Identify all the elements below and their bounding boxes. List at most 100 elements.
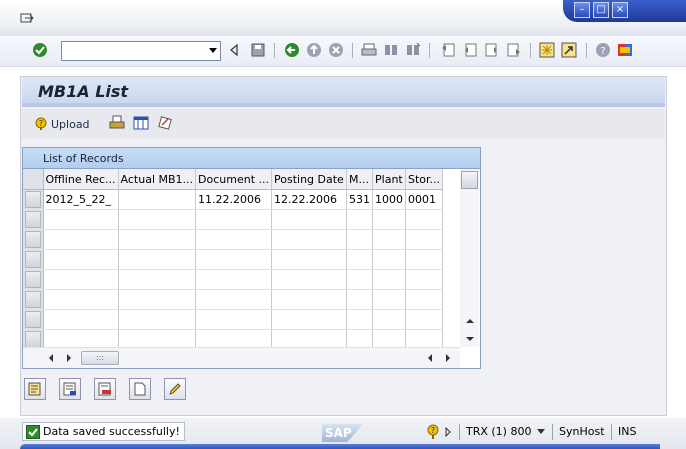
row-selector[interactable] (23, 289, 44, 310)
table-cell[interactable] (271, 289, 348, 310)
table-cell[interactable] (43, 269, 119, 290)
back-triangle-icon[interactable] (226, 42, 242, 58)
table-cell[interactable] (372, 229, 407, 250)
shortcut-icon[interactable] (561, 42, 577, 58)
command-input[interactable] (62, 42, 208, 58)
customize-layout-icon[interactable] (617, 42, 633, 58)
table-cell[interactable]: 11.22.2006 (195, 189, 273, 210)
system-info-icon[interactable]: ? (427, 424, 439, 440)
table-cell[interactable] (195, 269, 273, 290)
table-cell[interactable] (405, 249, 444, 270)
row-selector-button[interactable] (24, 271, 41, 288)
next-page-icon[interactable] (484, 42, 500, 58)
table-cell[interactable] (43, 209, 119, 230)
table-cell[interactable] (43, 309, 119, 330)
table-cell[interactable] (118, 249, 197, 270)
table-cell[interactable] (118, 209, 197, 230)
vertical-scrollbar[interactable] (460, 169, 479, 347)
row-selector-button[interactable] (24, 211, 41, 228)
find-next-icon[interactable] (405, 42, 421, 58)
row-selector-button[interactable] (24, 191, 41, 208)
table-cell[interactable] (372, 289, 407, 310)
scroll-down-icon[interactable] (465, 335, 475, 343)
table-cell[interactable] (271, 269, 348, 290)
insert-row-button[interactable] (59, 378, 81, 400)
table-row[interactable] (23, 249, 444, 270)
column-header-actual-mb1[interactable]: Actual MB1... (118, 169, 197, 190)
table-cell[interactable]: 1000 (372, 189, 407, 210)
table-cell[interactable] (271, 309, 348, 330)
row-selector[interactable] (23, 229, 44, 250)
table-row[interactable] (23, 229, 444, 250)
table-cell[interactable] (271, 229, 348, 250)
row-selector[interactable] (23, 209, 44, 230)
scroll-left-icon[interactable] (47, 353, 55, 363)
table-cell[interactable] (372, 269, 407, 290)
table-cell[interactable] (43, 229, 119, 250)
details-button[interactable] (24, 378, 46, 400)
table-cell[interactable]: 0001 (405, 189, 444, 210)
expand-status-icon[interactable] (444, 427, 452, 437)
row-selector-button[interactable] (24, 231, 41, 248)
table-cell[interactable] (118, 289, 197, 310)
table-cell[interactable] (405, 269, 444, 290)
select-all-cell[interactable] (23, 169, 44, 190)
table-cell[interactable] (195, 229, 273, 250)
table-cell[interactable] (271, 249, 348, 270)
table-cell[interactable] (405, 209, 444, 230)
table-cell[interactable] (346, 289, 374, 310)
column-header-offline-record[interactable]: Offline Rec... (43, 169, 119, 190)
table-cell[interactable] (271, 209, 348, 230)
system-menu-icon[interactable] (20, 12, 34, 24)
status-message[interactable]: Data saved successfully! (22, 422, 185, 441)
table-row[interactable] (23, 209, 444, 230)
save-icon[interactable] (250, 42, 266, 58)
layout-icon[interactable] (133, 115, 149, 131)
find-icon[interactable] (383, 42, 399, 58)
table-cell[interactable] (195, 249, 273, 270)
cancel-icon[interactable] (328, 42, 344, 58)
row-selector[interactable] (23, 309, 44, 330)
new-document-button[interactable] (129, 378, 151, 400)
print-icon[interactable] (109, 115, 125, 131)
column-header-storage[interactable]: Stor... (405, 169, 444, 190)
table-cell[interactable]: 2012_5_22_ (43, 189, 119, 210)
previous-page-icon[interactable] (462, 42, 478, 58)
table-cell[interactable]: 531 (346, 189, 374, 210)
last-page-icon[interactable] (506, 42, 522, 58)
table-cell[interactable] (346, 269, 374, 290)
table-row[interactable] (23, 269, 444, 290)
column-header-movement[interactable]: M... (346, 169, 374, 190)
row-selector-button[interactable] (24, 311, 41, 328)
table-cell[interactable] (372, 309, 407, 330)
exit-icon[interactable] (306, 42, 322, 58)
table-cell[interactable] (43, 249, 119, 270)
print-icon[interactable] (361, 42, 377, 58)
row-selector[interactable] (23, 249, 44, 270)
horizontal-scroll-thumb[interactable]: ::: (81, 351, 119, 365)
scroll-right-icon[interactable] (65, 353, 73, 363)
column-header-document[interactable]: Document ... (195, 169, 273, 190)
minimize-icon[interactable]: – (574, 2, 590, 18)
table-cell[interactable] (405, 289, 444, 310)
back-navigation-icon[interactable] (284, 42, 300, 58)
table-cell[interactable] (346, 229, 374, 250)
table-cell[interactable] (346, 209, 374, 230)
table-cell[interactable] (118, 229, 197, 250)
enter-icon[interactable] (32, 42, 48, 58)
close-icon[interactable]: × (612, 2, 628, 18)
help-icon[interactable]: ? (595, 42, 611, 58)
scroll-left-end-icon[interactable] (426, 353, 434, 363)
maximize-icon[interactable]: □ (593, 2, 609, 18)
table-cell[interactable] (195, 309, 273, 330)
table-row[interactable] (23, 309, 444, 330)
table-cell[interactable] (372, 209, 407, 230)
upload-button[interactable]: ? Upload (35, 115, 90, 133)
row-selector[interactable] (23, 269, 44, 290)
table-cell[interactable] (346, 309, 374, 330)
chevron-down-icon[interactable] (209, 48, 217, 53)
table-cell[interactable] (405, 309, 444, 330)
table-row[interactable]: 2012_5_22_ 11.22.2006 12.22.2006 531 1000 000… (23, 189, 444, 210)
table-cell[interactable] (346, 249, 374, 270)
table-cell[interactable] (118, 269, 197, 290)
